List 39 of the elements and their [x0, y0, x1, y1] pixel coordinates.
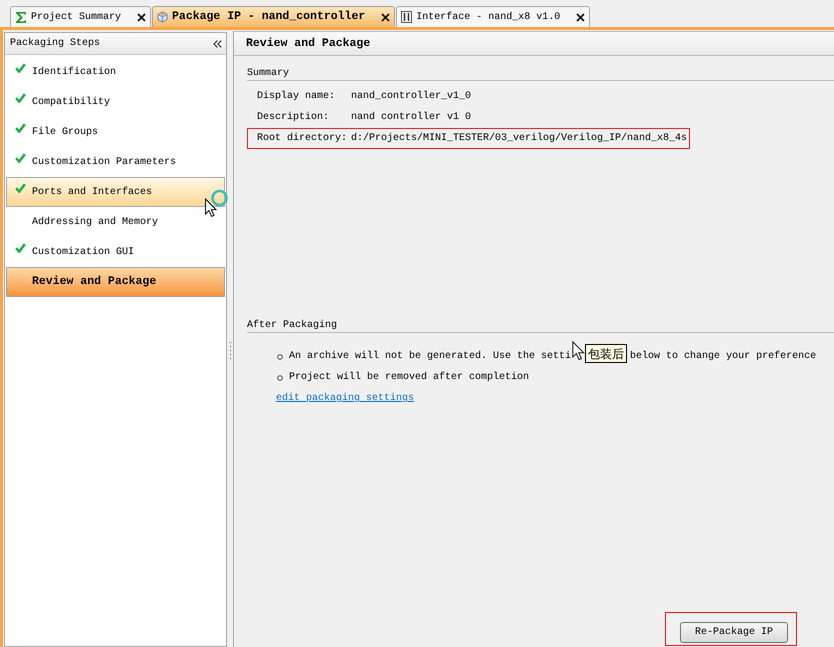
field-value: nand controller v1 0 [351, 110, 472, 125]
close-icon[interactable] [137, 12, 146, 22]
section-title: After Packaging [247, 320, 338, 332]
repackage-button[interactable]: Re-Package IP [680, 622, 788, 643]
box-icon [157, 11, 168, 23]
note-text: below to change your preference [630, 350, 816, 364]
section-title: Summary [247, 68, 290, 80]
bullet-icon [277, 354, 283, 360]
tab[interactable]: Interface - nand_x8 v1.0 [396, 6, 590, 27]
collapse-icon[interactable] [213, 40, 222, 48]
step-item[interactable]: Identification [6, 57, 225, 87]
step-item[interactable]: Customization Parameters [6, 147, 225, 177]
field-label: Display name: [257, 90, 336, 104]
step-item[interactable]: Customization GUI [6, 237, 225, 267]
field-value: d:/Projects/MINI_TESTER/03_verilog/Verilog_IP/nand_x8_4s [351, 132, 688, 146]
step-item[interactable]: Ports and Interfaces [6, 177, 225, 207]
note-text: Project will be removed after completion [289, 370, 530, 385]
step-item[interactable]: File Groups [6, 117, 225, 147]
close-icon[interactable] [576, 12, 586, 22]
sigma-icon [15, 10, 27, 24]
note-text: An archive will not be generated. Use the setti [289, 350, 572, 364]
panel-title: Packaging Steps [10, 36, 100, 51]
field-label: Description: [257, 110, 330, 125]
bullet-icon [277, 374, 283, 380]
field-value: nand_controller_v1_0 [351, 90, 472, 104]
pointer-cursor-icon [572, 340, 586, 360]
tab[interactable]: Package IP - nand_controller [152, 6, 396, 27]
busy-cursor-icon [204, 188, 230, 218]
tooltip: 包装后 [585, 344, 628, 363]
bracket-icon [401, 11, 412, 23]
tab[interactable]: Project Summary [10, 6, 152, 27]
step-item[interactable]: Review and Package [6, 267, 225, 297]
step-item[interactable]: Compatibility [6, 87, 225, 117]
field-label: Root directory: [257, 132, 348, 146]
close-icon[interactable] [381, 12, 390, 22]
splitter-handle-icon[interactable] [228, 341, 232, 360]
link[interactable]: edit packaging settings [276, 391, 414, 406]
page-title: Review and Package [246, 36, 370, 52]
step-item[interactable]: Addressing and Memory [6, 207, 225, 237]
